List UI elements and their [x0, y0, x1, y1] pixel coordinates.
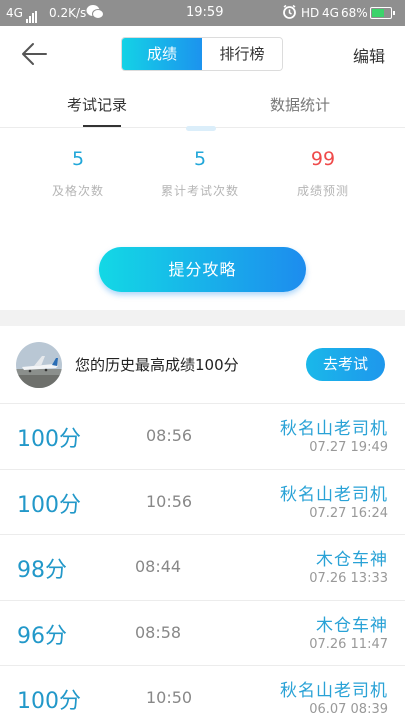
back-arrow-icon[interactable] — [18, 40, 50, 68]
stat-value: 5 — [193, 148, 207, 170]
record-score: 96分 — [17, 623, 67, 649]
active-tab-indicator — [83, 125, 121, 127]
record-datetime: 07.26 11:47 — [309, 636, 388, 652]
record-title: 秋名山老司机 — [280, 681, 388, 701]
record-datetime: 07.27 19:49 — [309, 440, 388, 455]
table-row[interactable]: 96分 08:58 木仓车神 07.26 11:47 — [0, 600, 405, 666]
record-title: 木仓车神 — [316, 550, 388, 570]
record-score: 100分 — [17, 689, 81, 714]
section-divider — [0, 310, 405, 326]
best-score-text: 您的历史最高成绩100分 — [75, 356, 239, 374]
alarm-icon — [282, 4, 297, 24]
table-row[interactable]: 100分 08:56 秋名山老司机 07.27 19:49 — [0, 404, 405, 470]
record-score: 100分 — [17, 492, 81, 518]
record-title: 秋名山老司机 — [280, 484, 388, 505]
record-duration: 08:58 — [135, 622, 182, 642]
clock: 19:59 — [186, 5, 224, 20]
sub-tab-bar: 考试记录 数据统计 — [0, 82, 405, 128]
exam-record-list: 100分 08:56 秋名山老司机 07.27 19:49 100分 10:56 秋名山老司… — [0, 404, 405, 720]
stat-label: 累计考试次数 — [160, 184, 239, 198]
stat-total-exams: 5 累计考试次数 — [140, 148, 260, 199]
battery-percent: 68% — [341, 6, 368, 20]
scroll-hint — [186, 126, 216, 131]
stat-value: 5 — [71, 148, 85, 170]
top-bar: 成绩 排行榜 编辑 — [0, 26, 405, 82]
tab-scores[interactable]: 成绩 — [122, 38, 202, 70]
table-row[interactable]: 100分 10:50 秋名山老司机 06.07 08:39 — [0, 666, 405, 720]
hd-indicator: HD — [301, 6, 320, 20]
go-exam-button[interactable]: 去考试 — [306, 348, 385, 381]
record-title: 木仓车神 — [316, 615, 388, 636]
stat-score-prediction: 99 成绩预测 — [263, 148, 383, 199]
edit-button[interactable]: 编辑 — [353, 43, 385, 67]
status-bar: 4G 0.2K/s 19:59 HD 4G 68% — [0, 0, 405, 26]
record-datetime: 06.07 08:39 — [309, 702, 388, 717]
record-duration: 08:56 — [146, 426, 193, 445]
record-title: 秋名山老司机 — [280, 419, 388, 439]
table-row[interactable]: 98分 08:44 木仓车神 07.26 13:33 — [0, 535, 405, 601]
tab-exam-records[interactable]: 考试记录 — [67, 94, 127, 115]
record-duration: 10:56 — [146, 491, 193, 511]
score-tips-button[interactable]: 提分攻略 — [99, 247, 306, 292]
table-row[interactable]: 100分 10:56 秋名山老司机 07.27 16:24 — [0, 469, 405, 535]
segment-control: 成绩 排行榜 — [121, 37, 283, 71]
record-score: 98分 — [17, 558, 67, 583]
record-duration: 10:50 — [146, 688, 193, 707]
signal-icon — [26, 7, 38, 23]
tab-leaderboard[interactable]: 排行榜 — [202, 38, 282, 70]
record-datetime: 07.26 13:33 — [309, 571, 388, 586]
record-score: 100分 — [17, 427, 81, 452]
record-datetime: 07.27 16:24 — [309, 505, 388, 521]
tab-data-statistics[interactable]: 数据统计 — [270, 94, 330, 115]
wechat-icon — [86, 4, 104, 24]
battery-icon — [370, 7, 395, 19]
best-score-row: 您的历史最高成绩100分 去考试 — [0, 326, 405, 404]
stat-label: 成绩预测 — [296, 184, 349, 198]
network-type: 4G — [6, 6, 23, 20]
stats-panel: 5 及格次数 5 累计考试次数 99 成绩预测 提分攻略 — [0, 126, 405, 310]
stat-pass-count: 5 及格次数 — [18, 148, 138, 199]
stat-label: 及格次数 — [51, 184, 104, 198]
avatar — [16, 342, 62, 388]
stat-value: 99 — [310, 148, 336, 170]
network-speed: 0.2K/s — [49, 6, 87, 20]
network-type-2: 4G — [322, 6, 339, 20]
record-duration: 08:44 — [135, 557, 182, 576]
